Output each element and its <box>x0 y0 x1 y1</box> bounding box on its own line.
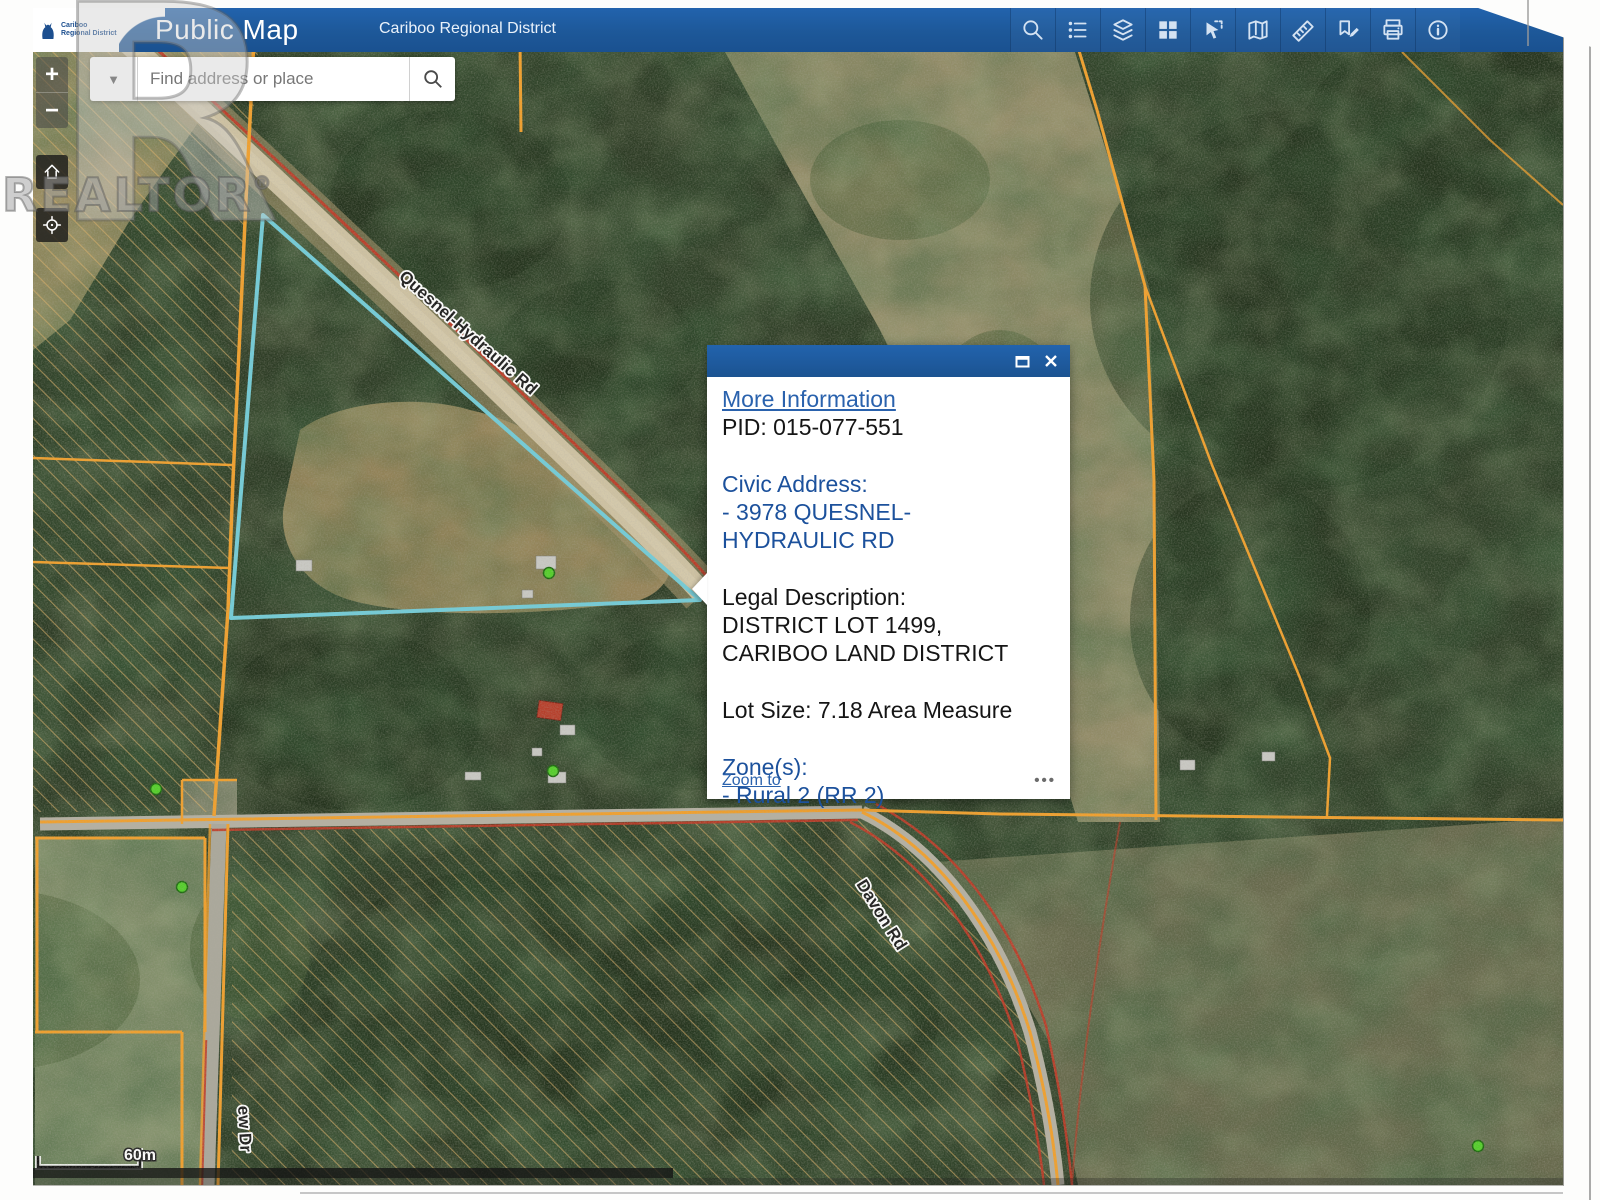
app-header: Cariboo Regional District Public Map Car… <box>33 8 1563 52</box>
search-submit-button[interactable] <box>409 57 455 101</box>
locate-button[interactable] <box>36 208 68 242</box>
legal-description-label: Legal Description: <box>722 583 1054 611</box>
search-tool-button[interactable] <box>1010 8 1055 52</box>
legend-button[interactable] <box>1055 8 1100 52</box>
info-button[interactable] <box>1415 8 1460 52</box>
print-button[interactable] <box>1370 8 1415 52</box>
measure-ruler-icon <box>1290 17 1316 43</box>
popup-pointer <box>692 573 707 605</box>
more-information-link[interactable]: More Information <box>722 385 896 413</box>
select-cursor-icon <box>1200 17 1226 43</box>
logo-text-line2: Regional District <box>61 30 117 38</box>
measure-button[interactable] <box>1280 8 1325 52</box>
lot-size-value: Lot Size: 7.18 Area Measure <box>722 696 1054 724</box>
draw-button[interactable] <box>1325 8 1370 52</box>
print-icon <box>1380 17 1406 43</box>
folded-map-icon <box>1245 17 1271 43</box>
search-input[interactable] <box>138 57 409 101</box>
locate-target-icon <box>42 215 62 235</box>
home-icon <box>42 162 62 182</box>
chevron-down-icon: ▼ <box>107 72 120 87</box>
scanned-map-page: Quesnel-Hydraulic Rd Davon Rd ew Dr 60m … <box>0 0 1600 1200</box>
agency-logo: Cariboo Regional District <box>33 8 119 52</box>
close-icon[interactable] <box>1044 354 1058 368</box>
civic-address-label: Civic Address: <box>722 470 1054 498</box>
page-title: Public Map <box>155 14 299 46</box>
feature-info-popup: More Information PID: 015-077-551 Civic … <box>707 345 1070 799</box>
legal-description-line2: CARIBOO LAND DISTRICT <box>722 639 1054 667</box>
pid-value: PID: 015-077-551 <box>722 413 1054 441</box>
basemap-gallery-button[interactable] <box>1145 8 1190 52</box>
popup-body: More Information PID: 015-077-551 Civic … <box>707 377 1070 799</box>
map-toolbar <box>1010 8 1460 52</box>
basemap-grid-icon <box>1155 17 1181 43</box>
info-icon <box>1425 17 1451 43</box>
maximize-icon[interactable] <box>1015 354 1030 369</box>
caribou-logo-icon <box>39 19 57 41</box>
legend-list-icon <box>1065 17 1091 43</box>
map-overview-button[interactable] <box>1235 8 1280 52</box>
home-button[interactable] <box>36 155 68 189</box>
logo-text-line1: Cariboo <box>61 22 117 30</box>
civic-address-line1: - 3978 QUESNEL- <box>722 498 1054 526</box>
zoom-out-button[interactable]: − <box>36 93 68 128</box>
layers-icon <box>1110 17 1136 43</box>
zoom-in-button[interactable]: + <box>36 57 68 93</box>
select-tool-button[interactable] <box>1190 8 1235 52</box>
layers-button[interactable] <box>1100 8 1145 52</box>
popup-header <box>707 345 1070 377</box>
legal-description-line1: DISTRICT LOT 1499, <box>722 611 1054 639</box>
draw-bookmark-icon <box>1335 17 1361 43</box>
search-source-dropdown[interactable]: ▼ <box>90 57 138 101</box>
scan-artifact-line <box>1527 0 1529 46</box>
address-search-widget: ▼ <box>90 57 455 101</box>
scan-bottom-line <box>300 1192 1563 1194</box>
org-name: Cariboo Regional District <box>379 20 556 38</box>
zoom-to-link[interactable]: Zoom to <box>722 767 781 795</box>
scan-edge-shadow <box>1589 0 1591 1200</box>
civic-address-line2: HYDRAULIC RD <box>722 526 1054 554</box>
popup-menu-dots[interactable]: ••• <box>1034 767 1056 795</box>
magnifier-icon <box>422 68 444 90</box>
search-icon <box>1020 17 1046 43</box>
zoom-controls: + − <box>36 57 68 128</box>
